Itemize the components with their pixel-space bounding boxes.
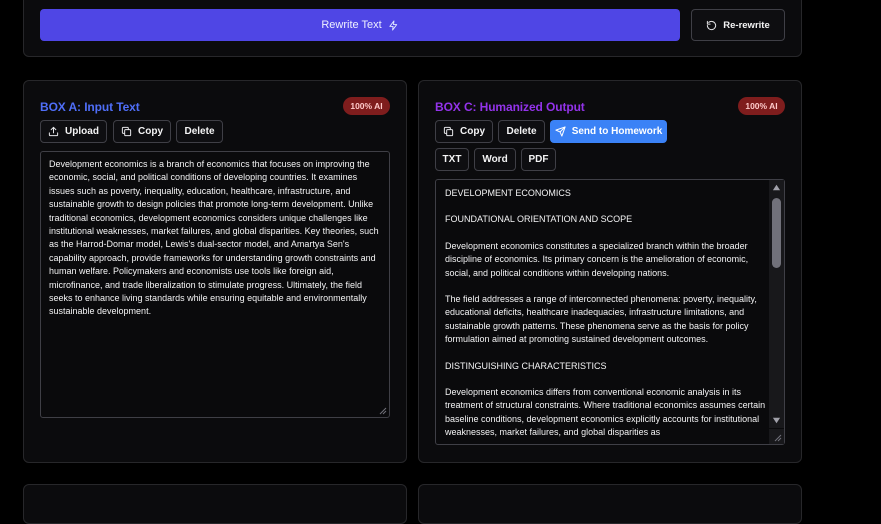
box-a-delete-label: Delete	[184, 126, 215, 137]
box-a-copy-button[interactable]: Copy	[113, 120, 171, 143]
scroll-down-arrow-icon[interactable]	[772, 416, 781, 425]
output-text: DEVELOPMENT ECONOMICS FOUNDATIONAL ORIEN…	[445, 187, 766, 440]
resize-handle-icon[interactable]	[774, 434, 782, 442]
re-rewrite-label: Re-rewrite	[723, 19, 770, 31]
scroll-up-arrow-icon[interactable]	[772, 183, 781, 192]
upload-label: Upload	[65, 126, 99, 137]
lower-panel-right	[418, 484, 802, 524]
export-txt-button[interactable]: TXT	[435, 148, 469, 171]
output-scrollbar[interactable]	[769, 180, 784, 428]
upload-icon	[48, 126, 59, 137]
input-textarea[interactable]: Development economics is a branch of eco…	[40, 151, 390, 418]
output-paragraph: The field addresses a range of interconn…	[445, 294, 757, 345]
lower-panel-left	[23, 484, 407, 524]
output-textarea[interactable]: DEVELOPMENT ECONOMICS FOUNDATIONAL ORIEN…	[435, 179, 785, 445]
output-paragraph: DEVELOPMENT ECONOMICS	[445, 188, 571, 198]
box-c-title: BOX C: Humanized Output	[435, 100, 585, 114]
box-a-ai-badge: 100% AI	[343, 97, 390, 115]
copy-icon	[121, 126, 132, 137]
upload-button[interactable]: Upload	[40, 120, 107, 143]
box-c-copy-button[interactable]: Copy	[435, 120, 493, 143]
send-to-homework-label: Send to Homework	[571, 126, 663, 137]
rewrite-text-label: Rewrite Text	[321, 19, 382, 31]
send-icon	[555, 126, 566, 137]
input-text: Development economics is a branch of eco…	[49, 159, 379, 317]
copy-icon	[443, 126, 454, 137]
box-c-ai-badge: 100% AI	[738, 97, 785, 115]
box-a-delete-button[interactable]: Delete	[176, 120, 223, 143]
export-word-button[interactable]: Word	[474, 148, 516, 171]
box-a-title: BOX A: Input Text	[40, 100, 140, 114]
box-c-copy-label: Copy	[460, 126, 485, 137]
lightning-icon	[389, 19, 397, 31]
rewrite-text-button[interactable]: Rewrite Text	[40, 9, 680, 41]
re-rewrite-button[interactable]: Re-rewrite	[691, 9, 785, 41]
export-pdf-label: PDF	[528, 154, 549, 165]
scrollbar-thumb[interactable]	[772, 198, 781, 268]
export-pdf-button[interactable]: PDF	[521, 148, 556, 171]
box-c-delete-label: Delete	[506, 126, 537, 137]
output-paragraph: Development economics constitutes a spec…	[445, 240, 749, 278]
box-c-delete-button[interactable]: Delete	[498, 120, 545, 143]
output-paragraph: Development economics differs from conve…	[445, 387, 766, 438]
output-paragraph: FOUNDATIONAL ORIENTATION AND SCOPE	[445, 214, 633, 225]
output-resize-corner[interactable]	[769, 429, 784, 444]
export-txt-label: TXT	[442, 154, 462, 165]
rotate-ccw-icon	[707, 20, 717, 30]
output-paragraph: DISTINGUISHING CHARACTERISTICS	[445, 360, 607, 371]
export-word-label: Word	[482, 154, 508, 165]
box-a-copy-label: Copy	[138, 126, 163, 137]
send-to-homework-button[interactable]: Send to Homework	[550, 120, 667, 143]
resize-handle-icon[interactable]	[379, 407, 387, 415]
